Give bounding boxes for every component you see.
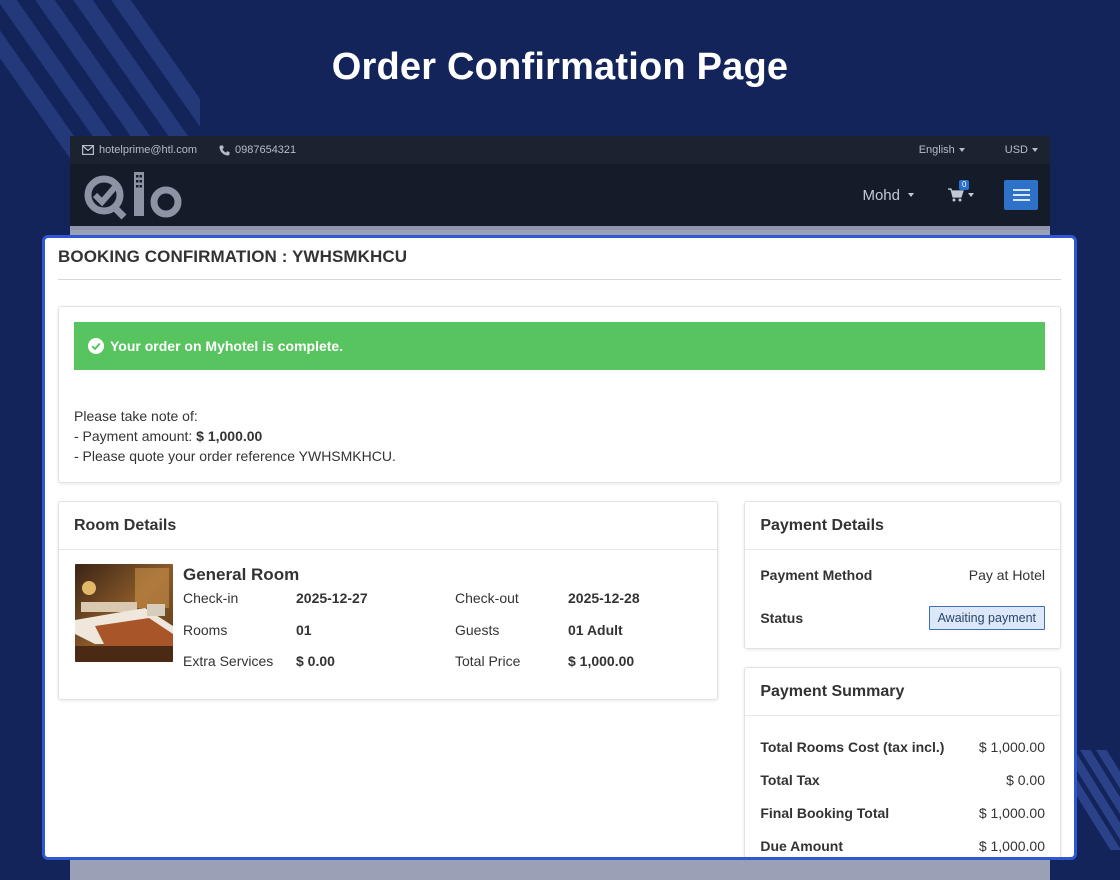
order-status-panel: Your order on Myhotel is complete. Pleas… — [58, 306, 1061, 483]
booking-confirmation-card: BOOKING CONFIRMATION : YWHSMKHCU Your or… — [42, 235, 1077, 860]
check-circle-icon — [88, 338, 104, 354]
phone-icon — [219, 145, 230, 155]
contact-phone-text: 0987654321 — [234, 144, 297, 156]
total-price-label: Total Price — [455, 653, 521, 669]
summary-value: $ 0.00 — [1006, 772, 1045, 788]
extra-services-value: $ 0.00 — [296, 653, 335, 669]
room-details-heading: Room Details — [59, 502, 718, 550]
summary-row: Due Amount $ 1,000.00 — [745, 830, 1060, 857]
chevron-down-icon — [908, 193, 914, 197]
top-info-bar: hotelprime@htl.com 0987654321 English US… — [70, 136, 1050, 164]
contact-email[interactable]: hotelprime@htl.com — [82, 144, 197, 156]
checkout-label: Check-out — [455, 590, 519, 606]
payment-summary-panel: Payment Summary Total Rooms Cost (tax in… — [744, 667, 1061, 857]
payment-status-row: Status Awaiting payment — [745, 600, 1060, 636]
order-note: Please take note of: - Payment amount: $… — [74, 406, 1045, 466]
guests-value: 01 Adult — [568, 621, 623, 638]
hamburger-icon — [1012, 189, 1030, 191]
contact-phone[interactable]: 0987654321 — [219, 144, 296, 156]
room-details-panel: Room Details General Room Check-in 2025-… — [58, 501, 719, 700]
contact-email-text: hotelprime@htl.com — [99, 144, 197, 156]
summary-value: $ 1,000.00 — [978, 805, 1045, 821]
summary-row: Total Tax $ 0.00 — [745, 764, 1060, 797]
guests-label: Guests — [455, 621, 500, 638]
success-message: Your order on Myhotel is complete. — [110, 338, 344, 354]
rooms-label: Rooms — [183, 621, 228, 638]
chevron-down-icon — [968, 193, 974, 197]
summary-label: Total Rooms Cost (tax incl.) — [760, 739, 945, 755]
cart-count-badge: 0 — [959, 180, 970, 190]
user-name: Mohd — [862, 186, 900, 204]
cart-icon — [948, 188, 964, 202]
page-headline: Order Confirmation Page — [331, 46, 789, 88]
payment-amount-value: $ 1,000.00 — [196, 428, 263, 444]
summary-label: Final Booking Total — [760, 805, 890, 821]
room-info-grid: Check-in 2025-12-27 Check-out 2025-12-28… — [183, 587, 701, 682]
summary-row: Total Rooms Cost (tax incl.) $ 1,000.00 — [745, 731, 1060, 764]
summary-value: $ 1,000.00 — [978, 838, 1045, 854]
checkout-value: 2025-12-28 — [568, 590, 640, 606]
chevron-down-icon — [1032, 148, 1038, 152]
chevron-down-icon — [958, 148, 965, 152]
qlo-logo-icon — [84, 172, 182, 220]
rooms-value: 01 — [296, 621, 312, 638]
payment-status-label: Status — [760, 610, 804, 626]
checkin-value: 2025-12-27 — [296, 590, 368, 606]
payment-amount-line: - Payment amount: $ 1,000.00 — [74, 426, 1045, 446]
user-menu[interactable]: Mohd — [862, 187, 914, 204]
summary-row: Final Booking Total $ 1,000.00 — [745, 797, 1060, 830]
payment-amount-prefix: - Payment amount: — [74, 428, 197, 444]
checkin-label: Check-in — [183, 590, 239, 606]
payment-method-row: Payment Method Pay at Hotel — [745, 550, 1060, 600]
note-intro: Please take note of: — [74, 408, 198, 424]
room-name: General Room — [183, 565, 300, 584]
site-logo[interactable] — [82, 170, 186, 220]
success-alert: Your order on Myhotel is complete. — [74, 322, 1045, 370]
main-navbar: Mohd 0 — [70, 164, 1050, 230]
booking-title: BOOKING CONFIRMATION : YWHSMKHCU — [58, 238, 1061, 280]
decor-stripes-bottom-right — [1070, 750, 1120, 850]
summary-value: $ 1,000.00 — [978, 739, 1045, 755]
payment-method-label: Payment Method — [760, 567, 873, 583]
status-badge: Awaiting payment — [928, 606, 1045, 630]
summary-label: Due Amount — [760, 838, 844, 854]
total-price-value: $ 1,000.00 — [568, 653, 635, 669]
extra-services-label: Extra Services — [183, 653, 274, 669]
payment-method-value: Pay at Hotel — [968, 567, 1045, 583]
room-image — [75, 564, 173, 662]
cart-button[interactable]: 0 — [948, 180, 974, 202]
currency-label: USD — [1004, 144, 1028, 156]
language-dropdown[interactable]: English — [899, 144, 965, 156]
envelope-icon — [82, 145, 94, 155]
payment-summary-heading: Payment Summary — [745, 668, 1060, 716]
language-label: English — [918, 144, 955, 156]
menu-toggle-button[interactable] — [1004, 180, 1038, 210]
order-reference-line: - Please quote your order reference YWHS… — [74, 448, 396, 464]
payment-details-heading: Payment Details — [745, 502, 1060, 550]
payment-details-panel: Payment Details Payment Method Pay at Ho… — [744, 501, 1061, 649]
summary-label: Total Tax — [760, 772, 820, 788]
currency-dropdown[interactable]: USD — [985, 144, 1038, 156]
